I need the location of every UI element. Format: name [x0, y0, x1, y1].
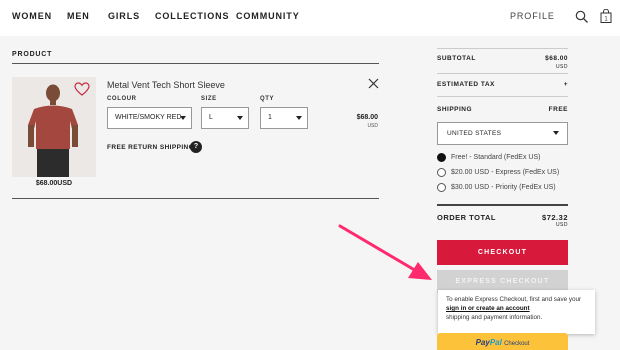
- estimated-tax-label: ESTIMATED TAX: [437, 81, 495, 88]
- remove-item-close-icon[interactable]: [368, 78, 379, 89]
- product-section-heading: PRODUCT: [12, 51, 53, 58]
- subtotal-currency: USD: [555, 64, 568, 70]
- order-total-currency: USD: [555, 222, 568, 228]
- shipping-label: SHIPPING: [437, 106, 473, 113]
- line-item-price: $68.00: [356, 114, 378, 121]
- photo-price: $68.00USD: [35, 180, 73, 187]
- shopping-bag-icon[interactable]: 1: [600, 9, 612, 23]
- summary-top-divider: [437, 48, 568, 49]
- colour-select[interactable]: WHITE/SMOKY RED: [107, 107, 192, 129]
- size-label: SIZE: [201, 96, 217, 102]
- paypal-logo-pal: Pal: [489, 338, 502, 347]
- chevron-down-icon: [237, 116, 243, 120]
- sign-in-create-account-link[interactable]: sign in or create an account: [446, 304, 587, 313]
- shipping-option-radio[interactable]: [437, 168, 446, 177]
- order-total-divider: [437, 204, 568, 206]
- nav-women[interactable]: WOMEN: [12, 11, 52, 21]
- qty-select[interactable]: 1: [260, 107, 308, 129]
- summary-divider: [437, 73, 568, 74]
- order-total-row: ORDER TOTAL $72.32: [437, 213, 568, 222]
- help-question-icon[interactable]: ?: [190, 141, 202, 153]
- bag-count: 1: [604, 17, 608, 23]
- shipping-value: FREE: [548, 106, 568, 113]
- estimated-tax-row[interactable]: ESTIMATED TAX +: [437, 81, 568, 88]
- size-select[interactable]: L: [201, 107, 249, 129]
- top-navigation: WOMEN MEN GIRLS COLLECTIONS COMMUNITY PR…: [0, 0, 620, 36]
- chevron-down-icon: [553, 131, 559, 135]
- order-total-value: $72.32: [542, 213, 568, 222]
- shipping-option-label[interactable]: $30.00 USD - Priority (FedEx US): [451, 184, 556, 191]
- paypal-checkout-text: Checkout: [504, 341, 530, 347]
- shipping-option-label[interactable]: Free! - Standard (FedEx US): [451, 154, 540, 161]
- country-select-value: UNITED STATES: [447, 130, 502, 137]
- nav-collections[interactable]: COLLECTIONS: [155, 11, 229, 21]
- paypal-checkout-button[interactable]: PayPal Checkout: [437, 333, 568, 350]
- checkout-button[interactable]: CHECKOUT: [437, 240, 568, 265]
- line-item-currency: USD: [367, 123, 378, 129]
- qty-label: QTY: [260, 96, 275, 102]
- subtotal-row: SUBTOTAL $68.00: [437, 55, 568, 62]
- nav-men[interactable]: MEN: [67, 11, 90, 21]
- paypal-logo-pay: Pay: [475, 338, 490, 347]
- nav-profile[interactable]: PROFILE: [510, 11, 555, 21]
- summary-divider: [437, 96, 568, 97]
- colour-label: COLOUR: [107, 96, 137, 102]
- qty-select-value: 1: [268, 114, 272, 121]
- subtotal-value: $68.00: [545, 55, 568, 62]
- chevron-down-icon: [296, 116, 302, 120]
- chevron-down-icon: [180, 116, 186, 120]
- wishlist-heart-icon[interactable]: [74, 82, 90, 96]
- shipping-option-radio[interactable]: [437, 183, 446, 192]
- shipping-row: SHIPPING FREE: [437, 106, 568, 113]
- product-name[interactable]: Metal Vent Tech Short Sleeve: [107, 80, 225, 90]
- express-checkout-tooltip: To enable Express Checkout, first and sa…: [438, 290, 595, 334]
- tax-expand-icon[interactable]: +: [564, 81, 568, 88]
- shipping-option-label[interactable]: $20.00 USD - Express (FedEx US): [451, 169, 559, 176]
- colour-select-value: WHITE/SMOKY RED: [115, 114, 181, 121]
- nav-girls[interactable]: GIRLS: [108, 11, 140, 21]
- product-bottom-divider: [12, 198, 379, 199]
- product-top-divider: [12, 63, 379, 64]
- tooltip-text-line: shipping and payment information.: [446, 314, 543, 321]
- subtotal-label: SUBTOTAL: [437, 55, 476, 62]
- nav-community[interactable]: COMMUNITY: [236, 11, 300, 21]
- free-return-shipping-label: FREE RETURN SHIPPING: [107, 144, 195, 151]
- country-select[interactable]: UNITED STATES: [437, 122, 568, 145]
- tooltip-text-line: To enable Express Checkout, first and sa…: [446, 296, 582, 303]
- shipping-option-radio[interactable]: [437, 153, 446, 162]
- search-icon[interactable]: [575, 10, 589, 24]
- size-select-value: L: [209, 114, 213, 121]
- order-total-label: ORDER TOTAL: [437, 213, 496, 222]
